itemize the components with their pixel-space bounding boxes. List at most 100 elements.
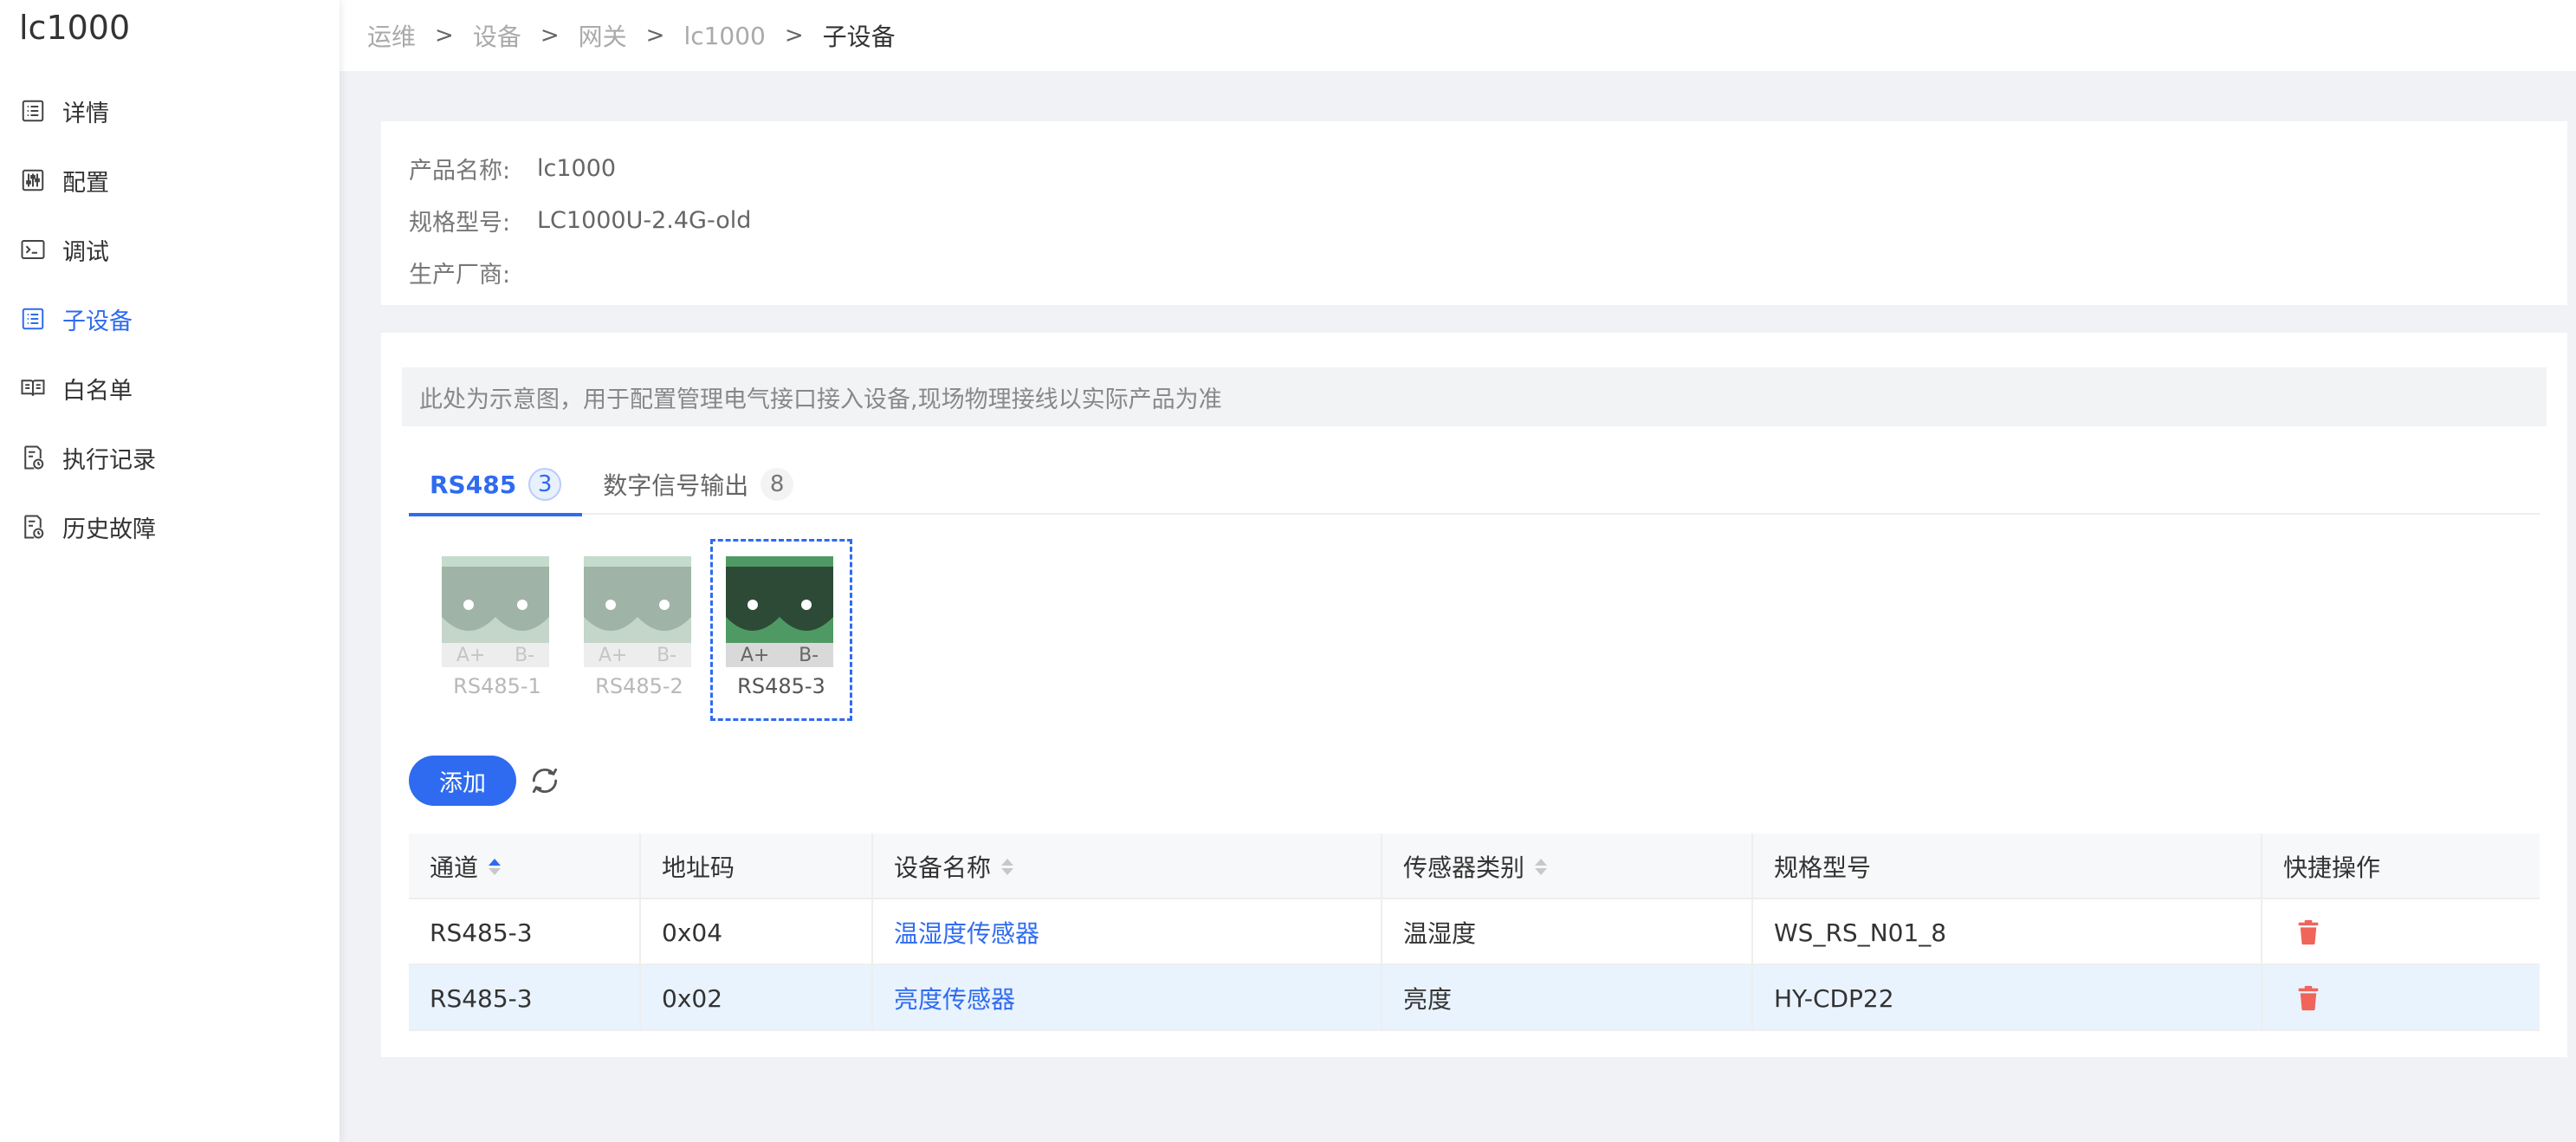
cell-model: HY-CDP22: [1753, 965, 2262, 1031]
breadcrumb-item[interactable]: 运维: [367, 18, 416, 53]
tab-count-badge: 3: [528, 468, 562, 501]
header-address: 地址码: [641, 834, 873, 899]
cell-actions: [2262, 899, 2540, 965]
cell-category: 亮度: [1382, 965, 1753, 1031]
port-rs485-3[interactable]: A+ B- RS485-3: [710, 539, 852, 721]
header-device-name[interactable]: 设备名称: [873, 834, 1382, 899]
sort-icon[interactable]: [1001, 858, 1014, 875]
pin-b-label: B-: [799, 644, 819, 666]
refresh-icon[interactable]: [528, 764, 561, 797]
chevron-right-icon: >: [645, 23, 665, 49]
header-actions: 快捷操作: [2262, 834, 2540, 899]
breadcrumb-item[interactable]: lc1000: [683, 22, 765, 50]
tab-digital-output[interactable]: 数字信号输出 8: [582, 454, 814, 515]
sidebar-item-subdevices[interactable]: 子设备: [0, 284, 340, 354]
notice-banner: 此处为示意图，用于配置管理电气接口接入设备,现场物理接线以实际产品为准: [402, 367, 2547, 426]
chevron-right-icon: >: [540, 23, 560, 49]
breadcrumb-current: 子设备: [822, 23, 896, 51]
sliders-icon: [19, 166, 47, 194]
product-name-row: 产品名称: lc1000: [409, 142, 2540, 194]
cell-device-name: 亮度传感器: [873, 965, 1382, 1031]
sidebar-item-label: 详情: [62, 100, 109, 127]
sidebar-item-label: 调试: [62, 238, 109, 266]
cell-model: WS_RS_N01_8: [1753, 899, 2262, 965]
sidebar-item-whitelist[interactable]: 白名单: [0, 354, 340, 423]
cell-actions: [2262, 965, 2540, 1031]
header-model: 规格型号: [1753, 834, 2262, 899]
cell-category: 温湿度: [1382, 899, 1753, 965]
app-title: lc1000: [19, 9, 131, 47]
breadcrumb: 运维 > 设备 > 网关 > lc1000 > 子设备: [340, 0, 2576, 71]
product-maker-label: 生产厂商:: [409, 261, 511, 289]
connector-icon: A+ B-: [442, 556, 549, 667]
pin-a-label: A+: [598, 644, 628, 666]
add-button[interactable]: 添加: [409, 756, 516, 806]
sidebar-item-details[interactable]: 详情: [0, 76, 340, 146]
book-icon: [19, 374, 47, 402]
subdevice-table: 通道 地址码 设备名称 传感器类别 规格型号 快捷操作 RS485-3 0x04…: [409, 834, 2540, 1031]
port-diagram: A+ B- RS485-1 A+ B- RS485-2 A+ B- RS485-…: [426, 539, 852, 721]
sort-icon[interactable]: [1535, 858, 1548, 875]
cell-address: 0x02: [641, 965, 873, 1031]
device-name-link[interactable]: 亮度传感器: [894, 981, 1015, 1015]
table-header: 通道 地址码 设备名称 传感器类别 规格型号 快捷操作: [409, 834, 2540, 899]
tab-label: RS485: [430, 470, 517, 499]
header-channel[interactable]: 通道: [409, 834, 641, 899]
sidebar-item-fault-history[interactable]: 历史故障: [0, 492, 340, 561]
header-label: 快捷操作: [2283, 853, 2381, 882]
tab-count-badge: 8: [761, 468, 794, 501]
sidebar-item-label: 子设备: [62, 308, 133, 335]
table-row[interactable]: RS485-3 0x02 亮度传感器 亮度 HY-CDP22: [409, 965, 2540, 1031]
port-rs485-2[interactable]: A+ B- RS485-2: [568, 539, 710, 721]
port-name: RS485-3: [737, 674, 825, 698]
tab-label: 数字信号输出: [603, 471, 749, 500]
cell-device-name: 温湿度传感器: [873, 899, 1382, 965]
table-row[interactable]: RS485-3 0x04 温湿度传感器 温湿度 WS_RS_N01_8: [409, 899, 2540, 965]
header-sensor-category[interactable]: 传感器类别: [1382, 834, 1753, 899]
port-name: RS485-1: [453, 674, 541, 698]
tab-rs485[interactable]: RS485 3: [409, 454, 583, 516]
trash-icon[interactable]: [2294, 918, 2323, 947]
header-label: 规格型号: [1774, 853, 1872, 882]
product-info-card: 产品名称: lc1000 规格型号: LC1000U-2.4G-old 生产厂商…: [381, 121, 2567, 305]
header-label: 地址码: [662, 853, 735, 882]
product-model-row: 规格型号: LC1000U-2.4G-old: [409, 194, 2540, 246]
header-label: 传感器类别: [1403, 853, 1525, 882]
port-rs485-1[interactable]: A+ B- RS485-1: [426, 539, 568, 721]
sidebar-item-exec-records[interactable]: 执行记录: [0, 423, 340, 492]
sort-icon[interactable]: [489, 858, 502, 875]
device-name-link[interactable]: 温湿度传感器: [894, 915, 1039, 950]
port-name: RS485-2: [595, 674, 683, 698]
pin-a-label: A+: [456, 644, 486, 666]
list-icon: [19, 97, 47, 125]
sidebar-item-label: 白名单: [62, 377, 133, 405]
interface-tabs: RS485 3 数字信号输出 8: [409, 454, 2540, 516]
sidebar-item-debug[interactable]: 调试: [0, 215, 340, 284]
sidebar-item-config[interactable]: 配置: [0, 146, 340, 215]
cell-channel: RS485-3: [409, 965, 641, 1031]
connector-icon: A+ B-: [726, 556, 833, 667]
product-model-value: LC1000U-2.4G-old: [537, 206, 752, 234]
product-name-value: lc1000: [537, 154, 617, 182]
history-doc-icon: [19, 444, 47, 471]
sidebar-item-label: 执行记录: [62, 446, 156, 474]
chevron-right-icon: >: [435, 23, 454, 49]
breadcrumb-item[interactable]: 设备: [473, 18, 521, 53]
terminal-icon: [19, 236, 47, 263]
sidebar-item-label: 历史故障: [62, 516, 156, 543]
product-maker-row: 生产厂商:: [409, 246, 2540, 298]
pin-b-label: B-: [515, 644, 535, 666]
cell-address: 0x04: [641, 899, 873, 965]
sidebar-item-label: 配置: [62, 169, 109, 197]
history-doc-icon: [19, 513, 47, 541]
product-name-label: 产品名称:: [409, 157, 511, 185]
pin-a-label: A+: [740, 644, 770, 666]
breadcrumb-item[interactable]: 网关: [579, 18, 627, 53]
trash-icon[interactable]: [2294, 983, 2323, 1013]
cell-channel: RS485-3: [409, 899, 641, 965]
header-label: 通道: [430, 853, 479, 882]
connector-icon: A+ B-: [584, 556, 691, 667]
pin-b-label: B-: [657, 644, 677, 666]
sidebar: lc1000 详情 配置 调试 子设备 白名单 执行记录 历史故障: [0, 0, 340, 1142]
chevron-right-icon: >: [784, 23, 804, 49]
